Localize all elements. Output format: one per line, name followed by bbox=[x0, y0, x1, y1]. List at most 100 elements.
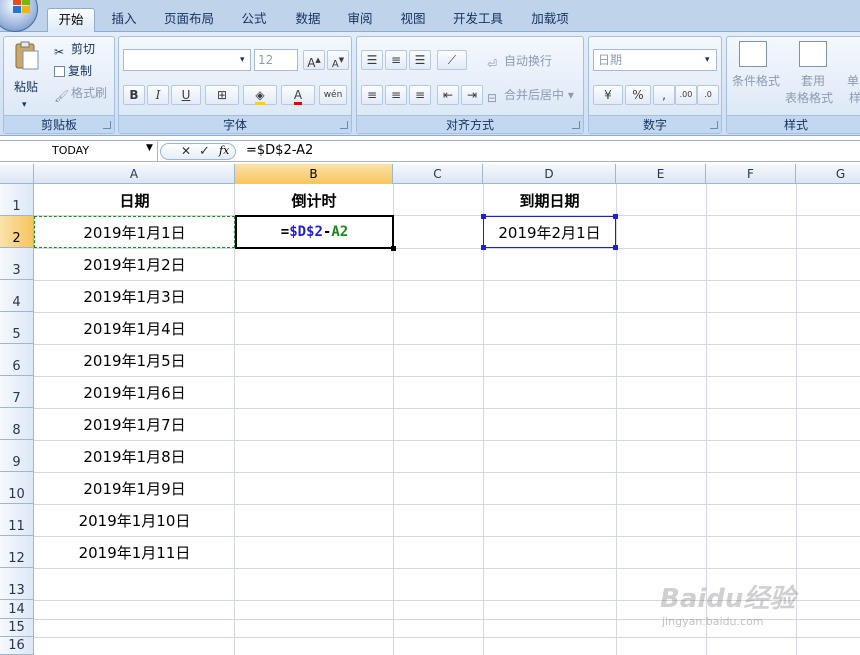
column-header-f[interactable]: F bbox=[706, 164, 796, 184]
column-header-b[interactable]: B bbox=[235, 164, 393, 184]
tab-review[interactable]: 审阅 bbox=[338, 8, 382, 32]
increase-decimal-button[interactable]: .00 bbox=[675, 85, 697, 105]
align-center-button[interactable]: ≡ bbox=[385, 85, 407, 105]
row-header-10[interactable]: 10 bbox=[0, 472, 34, 504]
range-handle[interactable] bbox=[481, 245, 486, 250]
tab-developer[interactable]: 开发工具 bbox=[444, 8, 512, 32]
cell-a9[interactable]: 2019年1月8日 bbox=[34, 440, 235, 472]
phonetic-button[interactable]: wén bbox=[319, 85, 347, 105]
bold-button[interactable]: B bbox=[123, 85, 145, 105]
percent-button[interactable]: % bbox=[625, 85, 651, 105]
insert-function-icon[interactable]: fx bbox=[219, 144, 229, 157]
wrap-text-button[interactable]: ⏎ 自动换行 bbox=[487, 53, 552, 71]
row-header-5[interactable]: 5 bbox=[0, 312, 34, 344]
row-header-4[interactable]: 4 bbox=[0, 280, 34, 312]
format-painter-button[interactable]: 🖌 格式刷 bbox=[54, 85, 107, 103]
row-header-9[interactable]: 9 bbox=[0, 440, 34, 472]
conditional-format-icon[interactable] bbox=[739, 41, 767, 67]
row-header-15[interactable]: 15 bbox=[0, 619, 34, 637]
align-left-button[interactable]: ≡ bbox=[361, 85, 383, 105]
cell-a11[interactable]: 2019年1月10日 bbox=[34, 504, 235, 536]
row-header-7[interactable]: 7 bbox=[0, 376, 34, 408]
comma-button[interactable]: , bbox=[653, 85, 675, 105]
font-launcher-icon[interactable] bbox=[340, 121, 348, 129]
column-header-g[interactable]: G bbox=[796, 164, 860, 184]
underline-button[interactable]: U bbox=[171, 85, 201, 105]
cell-a7[interactable]: 2019年1月6日 bbox=[34, 376, 235, 408]
cell-d2[interactable]: 2019年2月1日 bbox=[483, 216, 616, 248]
table-format-button-line2[interactable]: 表格格式 bbox=[785, 90, 833, 106]
row-header-3[interactable]: 3 bbox=[0, 248, 34, 280]
cell-styles-button-line2[interactable]: 样 bbox=[849, 90, 860, 106]
tab-formulas[interactable]: 公式 bbox=[232, 8, 276, 32]
row-header-2[interactable]: 2 bbox=[0, 216, 34, 248]
merge-center-button[interactable]: ⊟ 合并后居中 ▾ bbox=[487, 87, 574, 105]
cut-button[interactable]: ✂ 剪切 bbox=[54, 41, 95, 59]
row-header-1[interactable]: 1 bbox=[0, 184, 34, 216]
column-header-c[interactable]: C bbox=[393, 164, 483, 184]
range-handle[interactable] bbox=[613, 245, 618, 250]
paste-button[interactable]: 粘贴 bbox=[14, 79, 38, 95]
copy-button[interactable]: 复制 bbox=[54, 63, 92, 79]
alignment-launcher-icon[interactable] bbox=[572, 121, 580, 129]
cell-a6[interactable]: 2019年1月5日 bbox=[34, 344, 235, 376]
tab-data[interactable]: 数据 bbox=[286, 8, 330, 32]
number-launcher-icon[interactable] bbox=[710, 121, 718, 129]
row-header-13[interactable]: 13 bbox=[0, 568, 34, 600]
font-color-button[interactable]: A bbox=[281, 85, 315, 105]
cell-a8[interactable]: 2019年1月7日 bbox=[34, 408, 235, 440]
grow-font-button[interactable]: A▲ bbox=[303, 50, 325, 70]
align-middle-button[interactable]: ≡ bbox=[385, 50, 407, 70]
tab-insert[interactable]: 插入 bbox=[102, 8, 146, 32]
name-box[interactable]: TODAY bbox=[0, 141, 158, 161]
column-header-a[interactable]: A bbox=[34, 164, 235, 184]
cell-a1[interactable]: 日期 bbox=[34, 184, 235, 216]
name-box-chevron-icon[interactable]: ▼ bbox=[146, 143, 153, 153]
row-header-11[interactable]: 11 bbox=[0, 504, 34, 536]
cell-d1[interactable]: 到期日期 bbox=[483, 184, 616, 216]
row-header-16[interactable]: 16 bbox=[0, 637, 34, 655]
cell-a5[interactable]: 2019年1月4日 bbox=[34, 312, 235, 344]
cancel-icon[interactable]: ✕ bbox=[181, 144, 191, 158]
number-format-combo[interactable]: 日期 bbox=[593, 49, 717, 71]
paste-icon[interactable] bbox=[12, 41, 40, 71]
row-header-8[interactable]: 8 bbox=[0, 408, 34, 440]
cell-a10[interactable]: 2019年1月9日 bbox=[34, 472, 235, 504]
table-format-icon[interactable] bbox=[799, 41, 827, 67]
select-all-corner[interactable] bbox=[0, 164, 34, 184]
shrink-font-button[interactable]: A▼ bbox=[327, 50, 349, 70]
fill-color-button[interactable]: ◈ bbox=[243, 85, 277, 105]
borders-button[interactable]: ⊞ bbox=[205, 85, 239, 105]
cell-a4[interactable]: 2019年1月3日 bbox=[34, 280, 235, 312]
formula-input[interactable]: =$D$2-A2 bbox=[240, 141, 313, 161]
conditional-format-button[interactable]: 条件格式 bbox=[732, 73, 780, 89]
font-name-combo[interactable] bbox=[123, 49, 251, 71]
font-size-combo[interactable]: 12 bbox=[254, 49, 298, 71]
row-header-12[interactable]: 12 bbox=[0, 536, 34, 568]
cell-a2[interactable]: 2019年1月1日 bbox=[34, 216, 235, 248]
italic-button[interactable]: I bbox=[147, 85, 169, 105]
increase-indent-button[interactable]: ⇥ bbox=[461, 85, 483, 105]
orientation-button[interactable]: ⟋ bbox=[437, 50, 467, 70]
cell-b1[interactable]: 倒计时 bbox=[235, 184, 393, 216]
align-top-button[interactable]: ☰ bbox=[361, 50, 383, 70]
tab-view[interactable]: 视图 bbox=[391, 8, 435, 32]
align-right-button[interactable]: ≡ bbox=[409, 85, 431, 105]
column-header-d[interactable]: D bbox=[483, 164, 616, 184]
align-bottom-button[interactable]: ☰ bbox=[409, 50, 431, 70]
range-handle[interactable] bbox=[613, 214, 618, 219]
number-format-chevron-icon[interactable]: ▾ bbox=[705, 52, 710, 68]
decrease-decimal-button[interactable]: .0 bbox=[697, 85, 719, 105]
enter-icon[interactable]: ✓ bbox=[199, 144, 210, 159]
cell-a12[interactable]: 2019年1月11日 bbox=[34, 536, 235, 568]
paste-dropdown-icon[interactable]: ▾ bbox=[22, 97, 27, 113]
cell-styles-button-line1[interactable]: 单 bbox=[847, 73, 859, 89]
clipboard-launcher-icon[interactable] bbox=[103, 121, 111, 129]
decrease-indent-button[interactable]: ⇤ bbox=[437, 85, 459, 105]
row-header-14[interactable]: 14 bbox=[0, 600, 34, 619]
tab-home[interactable]: 开始 bbox=[47, 8, 95, 32]
tab-page-layout[interactable]: 页面布局 bbox=[156, 8, 222, 32]
fill-handle[interactable] bbox=[391, 246, 396, 251]
accounting-button[interactable]: ¥ bbox=[593, 85, 623, 105]
tab-addins[interactable]: 加载项 bbox=[522, 8, 578, 32]
